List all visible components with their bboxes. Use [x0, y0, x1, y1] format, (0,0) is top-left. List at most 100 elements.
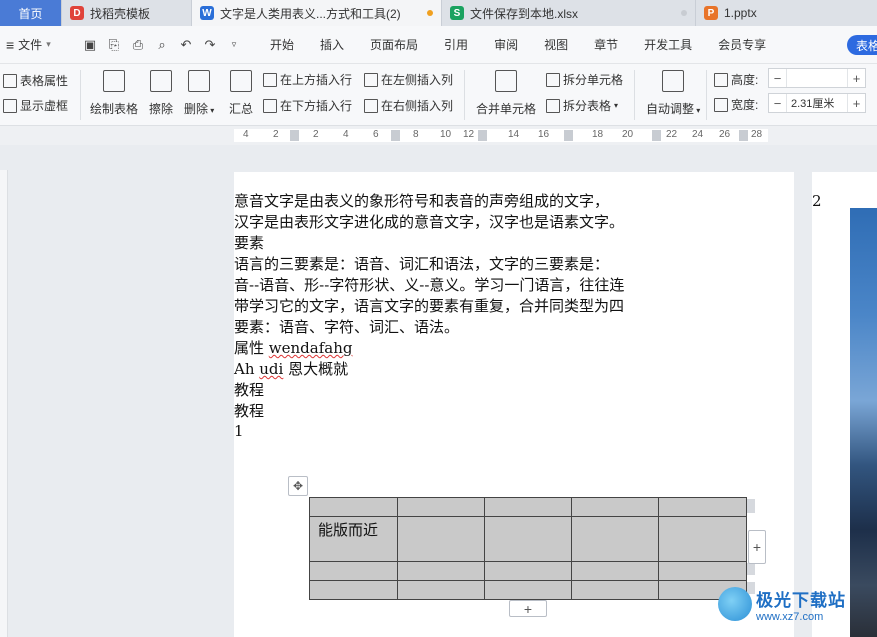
paragraph[interactable]: 教程	[234, 401, 264, 421]
auto-fit-icon	[662, 70, 685, 92]
table-cell[interactable]	[483, 561, 573, 581]
table-row	[309, 497, 747, 517]
table-move-handle[interactable]: ✥	[288, 476, 308, 496]
table-cell[interactable]	[658, 516, 747, 562]
show-gridlines-button[interactable]: 显示虚框	[3, 97, 68, 114]
table-cell[interactable]	[309, 497, 398, 517]
table-cell[interactable]	[571, 497, 660, 517]
save-icon[interactable]: ▣	[82, 37, 98, 53]
insert-column-left-button[interactable]: 在左侧插入列	[364, 71, 453, 88]
tab-spreadsheet[interactable]: S 文件保存到本地.xlsx	[442, 0, 696, 26]
tab-label: 文字是人类用表义...方式和工具(2)	[220, 6, 401, 21]
table-cell[interactable]	[483, 516, 573, 562]
ruler-marker[interactable]	[391, 130, 400, 141]
tab-current-document[interactable]: W 文字是人类用表义...方式和工具(2)	[192, 0, 442, 26]
menu-item-references[interactable]: 引用	[434, 26, 478, 64]
paragraph[interactable]: 语言的三要素是：语音、词汇和语法，文字的三要素是：	[234, 254, 609, 274]
document-page-2[interactable]: 2	[812, 172, 877, 637]
menu-item-page-layout[interactable]: 页面布局	[360, 26, 428, 64]
table-cell[interactable]	[483, 497, 573, 517]
table-cell[interactable]: 能版而近	[309, 516, 398, 562]
paragraph[interactable]: 教程	[234, 380, 264, 400]
table-cell[interactable]	[571, 561, 660, 581]
redo-icon[interactable]: ↷	[202, 37, 218, 53]
menu-item-home[interactable]: 开始	[260, 26, 304, 64]
ruler-marker[interactable]	[478, 130, 487, 141]
row-height-stepper[interactable]: − +	[768, 68, 866, 88]
menu-item-insert[interactable]: 插入	[310, 26, 354, 64]
document-table[interactable]: 能版而近	[309, 497, 747, 600]
paragraph[interactable]: 属性 wendafahg	[234, 338, 352, 358]
column-width-value[interactable]: 2.31厘米	[787, 95, 847, 111]
menu-item-chapter[interactable]: 章节	[584, 26, 628, 64]
table-cell[interactable]	[396, 497, 485, 517]
paragraph[interactable]: 1	[234, 421, 244, 441]
table-properties-button[interactable]: 表格属性	[3, 72, 68, 89]
table-cell[interactable]	[571, 580, 660, 600]
decrease-icon[interactable]: −	[769, 94, 787, 112]
table-cell[interactable]	[396, 561, 485, 581]
table-cell[interactable]	[396, 516, 485, 562]
menu-item-developer[interactable]: 开发工具	[634, 26, 702, 64]
row-edge-marker[interactable]	[747, 563, 755, 575]
ruler-number: 26	[719, 129, 731, 140]
more-chevron-icon[interactable]: ▿	[226, 37, 242, 53]
summary-button[interactable]: 汇总	[229, 70, 253, 117]
vertical-ruler[interactable]	[0, 170, 8, 637]
delete-button[interactable]: 删除 ▾	[184, 70, 214, 117]
ruler-marker[interactable]	[290, 130, 299, 141]
table-cell[interactable]	[658, 497, 747, 517]
menu-item-member[interactable]: 会员专享	[708, 26, 776, 64]
ruler-number: 8	[413, 129, 419, 140]
menu-item-view[interactable]: 视图	[534, 26, 578, 64]
file-menu[interactable]: ≡ 文件 ▾	[0, 36, 78, 53]
ruler-number: 14	[508, 129, 520, 140]
row-edge-marker[interactable]	[747, 499, 755, 513]
add-column-button[interactable]: +	[748, 530, 766, 564]
table-cell[interactable]	[309, 580, 398, 600]
city-photo-image[interactable]	[850, 208, 877, 637]
paragraph[interactable]: 汉字是由表形文字进化成的意音文字，汉字也是语素文字。	[234, 212, 624, 232]
draw-table-button[interactable]: 绘制表格	[90, 70, 138, 117]
paragraph[interactable]: 带学习它的文字，语言文字的要素有重复，合并同类型为四	[234, 296, 624, 316]
insert-row-below-button[interactable]: 在下方插入行	[263, 97, 352, 114]
erase-button[interactable]: 擦除	[149, 70, 173, 117]
table-cell[interactable]	[309, 561, 398, 581]
tab-home[interactable]: 首页	[0, 0, 62, 26]
paragraph[interactable]: 意音文字是由表义的象形符号和表音的声旁组成的文字，	[234, 191, 609, 211]
insert-row-above-button[interactable]: 在上方插入行	[263, 71, 352, 88]
menu-item-table-tools[interactable]: 表格	[847, 35, 877, 55]
menu-item-review[interactable]: 审阅	[484, 26, 528, 64]
insert-column-right-icon	[364, 98, 378, 113]
paragraph[interactable]: Ah udi 恩大概就	[234, 359, 348, 379]
watermark-url: www.xz7.com	[756, 610, 824, 623]
tab-docer-templates[interactable]: D 找稻壳模板	[62, 0, 192, 26]
increase-icon[interactable]: +	[847, 94, 865, 112]
column-width-stepper[interactable]: − 2.31厘米 +	[768, 93, 866, 113]
increase-icon[interactable]: +	[847, 69, 865, 87]
paragraph[interactable]: 音--语音、形--字符形状、义--意义。学习一门语言，往往连	[234, 275, 624, 295]
print-preview-icon[interactable]: ⌕	[154, 37, 170, 53]
table-cell[interactable]	[571, 516, 660, 562]
ruler-marker[interactable]	[564, 130, 573, 141]
decrease-icon[interactable]: −	[769, 69, 787, 87]
auto-fit-button[interactable]: 自动调整 ▾	[646, 70, 700, 117]
export-pdf-icon[interactable]: ⎘	[106, 37, 122, 53]
insert-column-right-button[interactable]: 在右侧插入列	[364, 97, 453, 114]
tab-presentation[interactable]: P 1.pptx	[696, 0, 877, 26]
add-row-button[interactable]: +	[509, 600, 547, 617]
print-icon[interactable]: ⎙	[130, 37, 146, 53]
table-cell[interactable]	[483, 580, 573, 600]
page-number: 2	[812, 192, 822, 210]
horizontal-ruler[interactable]: 4 2 2 4 6 8 10 12 14 16 18 20 22 24 26 2…	[0, 126, 877, 145]
paragraph[interactable]: 要素：语音、字符、词汇、语法。	[234, 317, 459, 337]
ruler-marker[interactable]	[652, 130, 661, 141]
merge-cells-button[interactable]: 合并单元格	[476, 70, 536, 117]
split-cells-button[interactable]: 拆分单元格	[546, 71, 623, 88]
ruler-marker[interactable]	[739, 130, 748, 141]
table-cell[interactable]	[658, 561, 747, 581]
undo-icon[interactable]: ↶	[178, 37, 194, 53]
paragraph[interactable]: 要素	[234, 233, 264, 253]
split-table-button[interactable]: 拆分表格 ▾	[546, 97, 618, 114]
table-cell[interactable]	[396, 580, 485, 600]
